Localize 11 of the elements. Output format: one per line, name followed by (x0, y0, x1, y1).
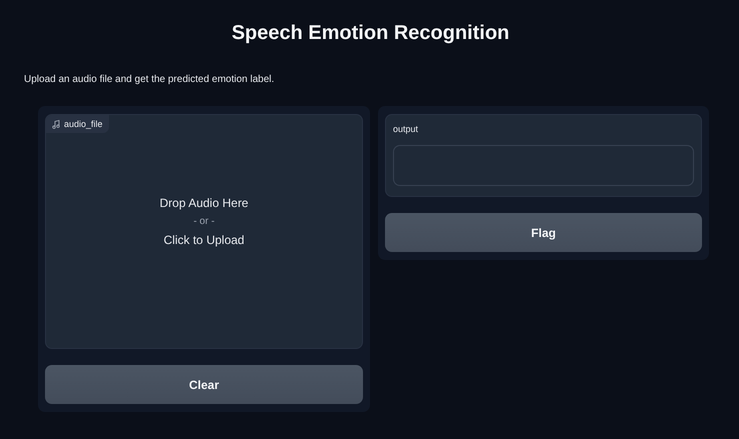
audio-upload-area[interactable]: audio_file Drop Audio Here - or - Click to Upload (45, 114, 363, 349)
output-label: output (393, 124, 420, 134)
or-text: - or - (193, 216, 215, 227)
music-note-icon (52, 120, 60, 128)
audio-file-label-text: audio_file (64, 119, 103, 129)
flag-button[interactable]: Flag (385, 213, 702, 252)
page-title: Speech Emotion Recognition (230, 22, 510, 45)
drop-audio-text: Drop Audio Here (160, 196, 248, 210)
click-to-upload-text: Click to Upload (164, 233, 244, 247)
description-text: Upload an audio file and get the predicted emotion label. (24, 74, 276, 85)
clear-button[interactable]: Clear (45, 365, 363, 404)
